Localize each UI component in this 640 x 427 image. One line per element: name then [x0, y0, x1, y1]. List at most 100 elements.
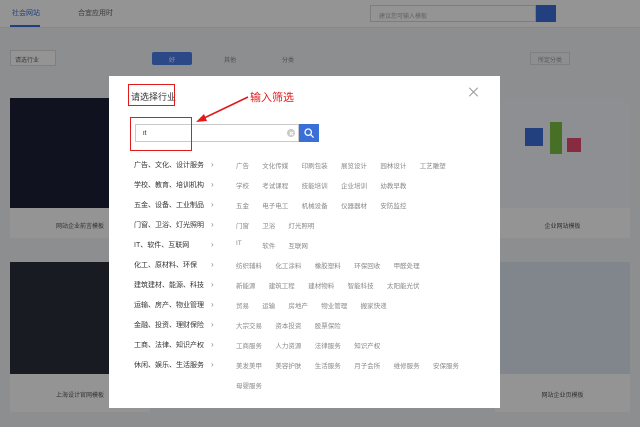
subcategory-item[interactable]: 企业培训: [341, 180, 367, 190]
subcategory-item[interactable]: 灯光照明: [288, 220, 314, 230]
subcategory-item[interactable]: 软件: [262, 240, 275, 250]
subcategory-item[interactable]: 工商服务: [236, 340, 262, 350]
annotation-text: 输入筛选: [250, 91, 294, 104]
annotation-box-search: [130, 117, 192, 151]
subcategory-item[interactable]: 智能科技: [348, 280, 374, 290]
subcategory-item[interactable]: 纺织辅料: [236, 260, 262, 270]
search-button[interactable]: [299, 124, 319, 142]
subcategory-item[interactable]: 生活服务: [315, 360, 341, 370]
category-name[interactable]: 休闲、娱乐、生活服务: [134, 360, 204, 370]
subcategory-item[interactable]: 展览设计: [341, 160, 367, 170]
category-row: 金融、投资、理财保险 › 大宗交易 资本投资 股票保险: [109, 320, 500, 340]
category-name[interactable]: 运输、房产、物业管理: [134, 300, 204, 310]
subcategory-item[interactable]: 甲醛处理: [394, 260, 420, 270]
subcategory-item[interactable]: 考试课程: [262, 180, 288, 190]
subcategory-item[interactable]: 母婴服务: [236, 380, 262, 390]
subcategory-item[interactable]: 橡胶塑料: [315, 260, 341, 270]
subcategory-item[interactable]: 仪器器材: [341, 200, 367, 210]
subcategory-item[interactable]: 门窗: [236, 220, 249, 230]
subcategory-group: 美发美甲 美容护肤 生活服务 月子会所 维修服务 安保服务母婴服务: [236, 360, 486, 390]
category-name[interactable]: 金融、投资、理财保险: [134, 320, 204, 330]
subcategory-item[interactable]: 贸易: [236, 300, 249, 310]
subcategory-item[interactable]: 资本投资: [275, 320, 301, 330]
clear-icon[interactable]: [287, 129, 295, 137]
category-row: 建筑建材、能源、科技 › 新能源 建筑工程 建材物料 智能科技 太阳能光伏: [109, 280, 500, 300]
subcategory-item[interactable]: 人力资源: [275, 340, 301, 350]
annotation-box-title: [128, 84, 175, 106]
category-name[interactable]: 广告、文化、设计服务: [134, 160, 204, 170]
category-name[interactable]: 学校、教育、培训机构: [134, 180, 204, 190]
close-icon[interactable]: [469, 87, 479, 97]
annotation-arrow-icon: [196, 96, 249, 122]
subcategory-group: 大宗交易 资本投资 股票保险: [236, 320, 486, 340]
subcategory-group: 门窗 卫浴 灯光照明: [236, 220, 486, 240]
subcategory-item[interactable]: 建筑工程: [269, 280, 295, 290]
subcategory-item[interactable]: 五金: [236, 200, 249, 210]
subcategory-item[interactable]: 法律服务: [315, 340, 341, 350]
subcategory-item[interactable]: 安保服务: [433, 360, 459, 370]
subcategory-group: 工商服务 人力资源 法律服务 知识产权: [236, 340, 486, 360]
subcategory-item[interactable]: 建材物料: [308, 280, 334, 290]
subcategory-item[interactable]: 美发美甲: [236, 360, 262, 370]
subcategory-item[interactable]: 卫浴: [262, 220, 275, 230]
subcategory-item[interactable]: 广告: [236, 160, 249, 170]
subcategory-item[interactable]: 学校: [236, 180, 249, 190]
chevron-right-icon: ›: [211, 220, 214, 229]
chevron-right-icon: ›: [211, 260, 214, 269]
subcategory-item[interactable]: 房地产: [288, 300, 308, 310]
subcategory-item[interactable]: 园林设计: [380, 160, 406, 170]
category-name[interactable]: 门窗、卫浴、灯光照明: [134, 220, 204, 230]
chevron-right-icon: ›: [211, 160, 214, 169]
subcategory-item[interactable]: 环保回收: [354, 260, 380, 270]
category-row: 广告、文化、设计服务 › 广告 文化传媒 印刷包装 展览设计 园林设计 工艺雕塑: [109, 160, 500, 180]
category-name[interactable]: 工商、法律、知识产权: [134, 340, 204, 350]
subcategory-group: 新能源 建筑工程 建材物料 智能科技 太阳能光伏: [236, 280, 486, 300]
category-name[interactable]: 五金、设备、工业制品: [134, 200, 204, 210]
chevron-right-icon: ›: [211, 320, 214, 329]
subcategory-item[interactable]: 太阳能光伏: [387, 280, 420, 290]
chevron-right-icon: ›: [211, 240, 214, 249]
subcategory-item[interactable]: 机械设备: [302, 200, 328, 210]
subcategory-item[interactable]: 新能源: [236, 280, 256, 290]
subcategory-group: 学校 考试课程 技能培训 企业培训 幼教早教: [236, 180, 486, 200]
subcategory-item[interactable]: 知识产权: [354, 340, 380, 350]
category-row: IT、软件、互联网 › IT 软件 互联网: [109, 240, 500, 260]
subcategory-item[interactable]: 文化传媒: [262, 160, 288, 170]
subcategory-group: 纺织辅料 化工涂料 橡胶塑料 环保回收 甲醛处理: [236, 260, 486, 280]
subcategory-group: 五金 电子电工 机械设备 仪器器材 安防监控: [236, 200, 486, 220]
category-row: 休闲、娱乐、生活服务 › 美发美甲 美容护肤 生活服务 月子会所 维修服务 安保服务母婴服务: [109, 360, 500, 390]
category-name[interactable]: IT、软件、互联网: [134, 240, 189, 250]
subcategory-item[interactable]: 印刷包装: [302, 160, 328, 170]
subcategory-group: 贸易 运输 房地产 物业管理 搬家快递: [236, 300, 486, 320]
subcategory-item[interactable]: IT: [236, 240, 242, 247]
subcategory-item[interactable]: 电子电工: [262, 200, 288, 210]
category-name[interactable]: 化工、原材料、环保: [134, 260, 197, 270]
subcategory-item[interactable]: 幼教早教: [380, 180, 406, 190]
category-row: 五金、设备、工业制品 › 五金 电子电工 机械设备 仪器器材 安防监控: [109, 200, 500, 220]
category-row: 学校、教育、培训机构 › 学校 考试课程 技能培训 企业培训 幼教早教: [109, 180, 500, 200]
chevron-right-icon: ›: [211, 300, 214, 309]
chevron-right-icon: ›: [211, 200, 214, 209]
category-row: 工商、法律、知识产权 › 工商服务 人力资源 法律服务 知识产权: [109, 340, 500, 360]
subcategory-item[interactable]: 工艺雕塑: [420, 160, 446, 170]
subcategory-item[interactable]: 月子会所: [354, 360, 380, 370]
subcategory-item[interactable]: 互联网: [288, 240, 308, 250]
category-row: 门窗、卫浴、灯光照明 › 门窗 卫浴 灯光照明: [109, 220, 500, 240]
chevron-right-icon: ›: [211, 180, 214, 189]
subcategory-group: 广告 文化传媒 印刷包装 展览设计 园林设计 工艺雕塑: [236, 160, 486, 180]
subcategory-item[interactable]: 大宗交易: [236, 320, 262, 330]
chevron-right-icon: ›: [211, 280, 214, 289]
subcategory-item[interactable]: 搬家快递: [361, 300, 387, 310]
subcategory-item[interactable]: 维修服务: [394, 360, 420, 370]
category-row: 运输、房产、物业管理 › 贸易 运输 房地产 物业管理 搬家快递: [109, 300, 500, 320]
chevron-right-icon: ›: [211, 360, 214, 369]
category-row: 化工、原材料、环保 › 纺织辅料 化工涂料 橡胶塑料 环保回收 甲醛处理: [109, 260, 500, 280]
subcategory-item[interactable]: 安防监控: [380, 200, 406, 210]
subcategory-item[interactable]: 运输: [262, 300, 275, 310]
category-name[interactable]: 建筑建材、能源、科技: [134, 280, 204, 290]
subcategory-item[interactable]: 物业管理: [321, 300, 347, 310]
subcategory-item[interactable]: 股票保险: [315, 320, 341, 330]
subcategory-item[interactable]: 美容护肤: [275, 360, 301, 370]
subcategory-item[interactable]: 技能培训: [302, 180, 328, 190]
subcategory-item[interactable]: 化工涂料: [275, 260, 301, 270]
